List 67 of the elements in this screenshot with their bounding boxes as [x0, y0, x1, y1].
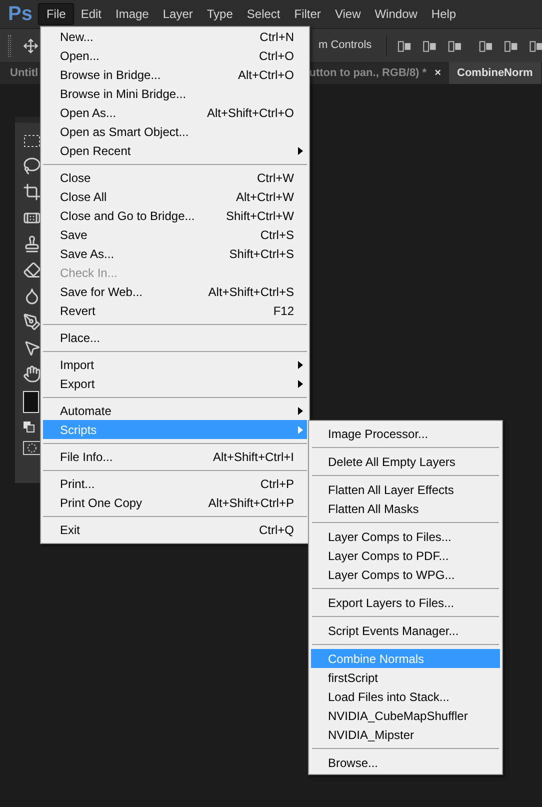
menu-item[interactable]: Layer Comps to PDF... [311, 546, 500, 565]
menu-item[interactable]: Close All Alt+Ctrl+W [43, 187, 307, 206]
menu[interactable]: View [328, 3, 368, 25]
menu-item[interactable]: Export Layers to Files... [311, 593, 500, 612]
document-tab[interactable]: CombineNorm [449, 62, 541, 84]
menu-item[interactable]: Browse... [311, 753, 500, 772]
menu-item[interactable]: Save for Web... Alt+Shift+Ctrl+S [43, 282, 307, 301]
menu-item[interactable]: Save As... Shift+Ctrl+S [43, 244, 307, 263]
marquee-icon[interactable] [23, 133, 41, 149]
pointer-icon[interactable] [23, 339, 41, 357]
menu-item[interactable]: Open... Ctrl+O [43, 46, 307, 65]
menu-item[interactable]: Browse in Bridge... Alt+Ctrl+O [43, 65, 307, 84]
menu-item[interactable]: Flatten All Layer Effects [311, 480, 500, 499]
menu[interactable]: Help [424, 3, 464, 25]
menu-item[interactable]: Layer Comps to Files... [311, 527, 500, 546]
menu-item[interactable]: Load Files into Stack... [311, 687, 500, 706]
menu-item[interactable]: File Info... Alt+Shift+Ctrl+I [43, 447, 307, 466]
menu-item[interactable]: NVIDIA_CubeMapShuffler [311, 706, 500, 725]
options-label: m Controls [318, 38, 372, 54]
eraser-icon[interactable] [23, 261, 41, 279]
menu[interactable]: Layer [156, 3, 200, 25]
menu-item[interactable]: firstScript [311, 668, 500, 687]
menu-item[interactable]: New... Ctrl+N [43, 27, 307, 46]
app-logo: Ps [8, 4, 32, 24]
menu-item[interactable]: Place... [43, 328, 307, 347]
menu[interactable]: Edit [74, 3, 108, 25]
menu-item[interactable]: Browse in Mini Bridge... [43, 84, 307, 103]
menu-item[interactable]: Script Events Manager... [311, 621, 500, 640]
crop-icon[interactable] [23, 183, 41, 201]
menu-item[interactable]: Revert F12 [43, 301, 307, 320]
menu[interactable]: Window [368, 3, 424, 25]
submenu-arrow-icon [298, 360, 303, 368]
menu[interactable]: Image [108, 3, 156, 25]
close-tab-button[interactable]: × [434, 64, 441, 82]
menu-item[interactable]: Layer Comps to WPG... [311, 565, 500, 584]
menu-item[interactable]: Save Ctrl+S [43, 225, 307, 244]
hand-icon[interactable] [23, 365, 41, 383]
lasso-icon[interactable] [23, 157, 41, 175]
menu-item[interactable]: Exit Ctrl+Q [43, 520, 307, 539]
menu-item[interactable]: Export [43, 374, 307, 393]
submenu-arrow-icon [298, 380, 303, 388]
menu[interactable]: Select [240, 3, 288, 25]
menu-item[interactable]: Open Recent [43, 141, 307, 160]
submenu-arrow-icon [298, 406, 303, 414]
menu-item[interactable]: Print One Copy Alt+Shift+Ctrl+P [43, 493, 307, 512]
menu-item[interactable]: Print... Ctrl+P [43, 474, 307, 493]
submenu-arrow-icon [298, 146, 303, 154]
menu[interactable]: Type [200, 3, 240, 25]
menu-item[interactable]: Flatten All Masks [311, 499, 500, 518]
droplet-icon[interactable] [23, 287, 41, 305]
menu-item[interactable]: Close Ctrl+W [43, 168, 307, 187]
menu-item[interactable]: Import [43, 355, 307, 374]
menu-item[interactable]: Close and Go to Bridge... Shift+Ctrl+W [43, 206, 307, 225]
swap-colors-icon[interactable] [23, 421, 35, 433]
stamp-icon[interactable] [23, 235, 41, 253]
menu-item[interactable]: Image Processor... [311, 424, 500, 443]
menu-item[interactable]: Open As... Alt+Shift+Ctrl+O [43, 103, 307, 122]
pen-icon[interactable] [23, 313, 41, 331]
move-tool-icon[interactable] [22, 38, 38, 54]
menu-item[interactable]: Automate [43, 401, 307, 420]
menu-item[interactable]: Open as Smart Object... [43, 122, 307, 141]
menu[interactable]: File [38, 3, 74, 25]
foreground-color-swatch[interactable] [23, 391, 39, 413]
menu[interactable]: Filter [287, 3, 328, 25]
menu-item[interactable]: NVIDIA_Mipster [311, 725, 500, 744]
menu-item[interactable]: Delete All Empty Layers [311, 452, 500, 471]
submenu-arrow-icon [298, 426, 303, 434]
